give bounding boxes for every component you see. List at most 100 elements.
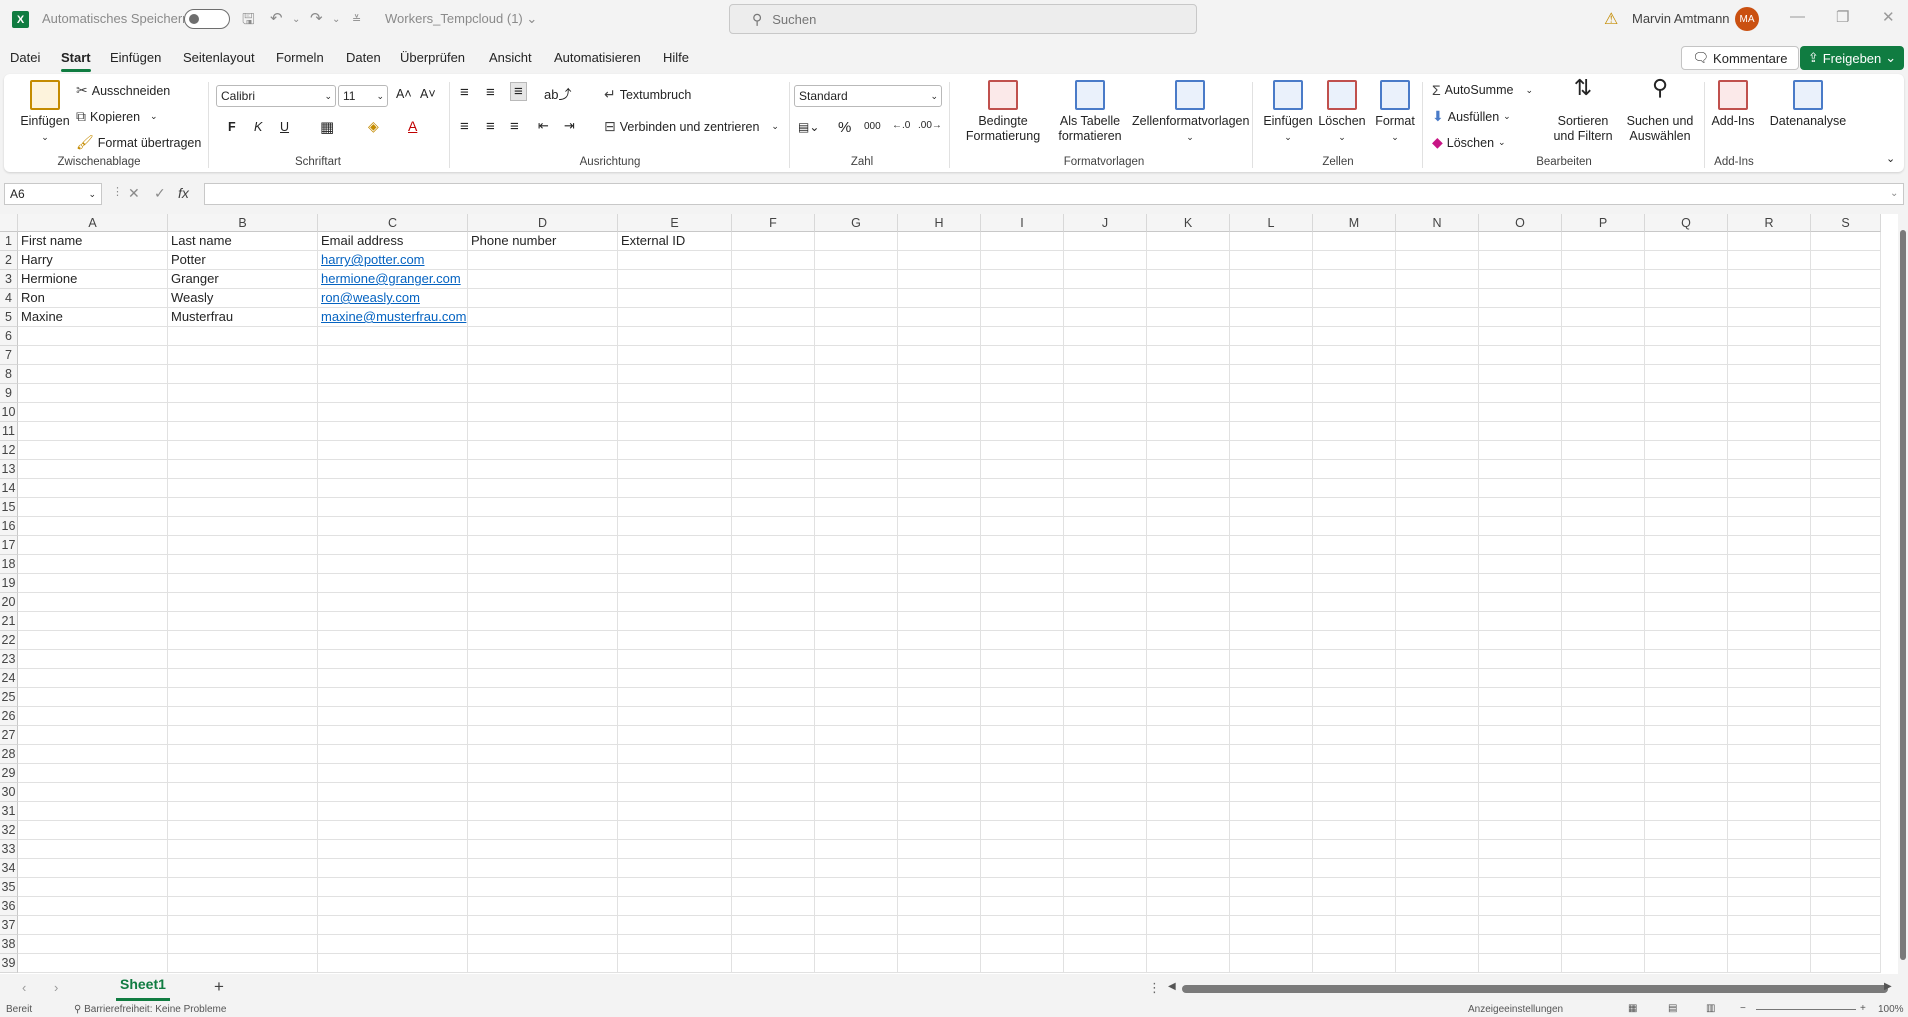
cell-h27[interactable] <box>898 726 981 745</box>
sheet-tab-sheet1[interactable]: Sheet1 <box>116 976 170 1001</box>
cell-d4[interactable] <box>468 289 618 308</box>
cell-g34[interactable] <box>815 859 898 878</box>
row-header-15[interactable]: 15 <box>0 498 18 517</box>
tab-einfuegen[interactable]: Einfügen <box>110 50 161 65</box>
cell-p3[interactable] <box>1562 270 1645 289</box>
wrap-text-button[interactable]: ↵ Textumbruch <box>604 86 691 103</box>
cell-m39[interactable] <box>1313 954 1396 973</box>
cell-e1[interactable]: External ID <box>618 232 732 251</box>
cell-j7[interactable] <box>1064 346 1147 365</box>
cell-l28[interactable] <box>1230 745 1313 764</box>
cell-l33[interactable] <box>1230 840 1313 859</box>
cell-f10[interactable] <box>732 403 815 422</box>
cell-h11[interactable] <box>898 422 981 441</box>
cell-i25[interactable] <box>981 688 1064 707</box>
cell-i26[interactable] <box>981 707 1064 726</box>
cell-i11[interactable] <box>981 422 1064 441</box>
cell-e10[interactable] <box>618 403 732 422</box>
cell-f29[interactable] <box>732 764 815 783</box>
cell-r22[interactable] <box>1728 631 1811 650</box>
cell-i7[interactable] <box>981 346 1064 365</box>
cell-l8[interactable] <box>1230 365 1313 384</box>
cell-g23[interactable] <box>815 650 898 669</box>
cell-s1[interactable] <box>1811 232 1881 251</box>
row-header-16[interactable]: 16 <box>0 517 18 536</box>
cell-s2[interactable] <box>1811 251 1881 270</box>
cell-p35[interactable] <box>1562 878 1645 897</box>
cell-n28[interactable] <box>1396 745 1479 764</box>
cell-l10[interactable] <box>1230 403 1313 422</box>
row-header-10[interactable]: 10 <box>0 403 18 422</box>
cell-m29[interactable] <box>1313 764 1396 783</box>
cell-g33[interactable] <box>815 840 898 859</box>
cell-i21[interactable] <box>981 612 1064 631</box>
cell-n18[interactable] <box>1396 555 1479 574</box>
cell-a37[interactable] <box>18 916 168 935</box>
cell-m15[interactable] <box>1313 498 1396 517</box>
font-size-select[interactable]: 11 ⌄ <box>338 85 388 107</box>
cell-m37[interactable] <box>1313 916 1396 935</box>
cell-g4[interactable] <box>815 289 898 308</box>
cell-e8[interactable] <box>618 365 732 384</box>
cell-n14[interactable] <box>1396 479 1479 498</box>
cell-b31[interactable] <box>168 802 318 821</box>
cell-a33[interactable] <box>18 840 168 859</box>
cell-d11[interactable] <box>468 422 618 441</box>
cell-l4[interactable] <box>1230 289 1313 308</box>
cell-m17[interactable] <box>1313 536 1396 555</box>
cell-c25[interactable] <box>318 688 468 707</box>
cell-l37[interactable] <box>1230 916 1313 935</box>
conditional-formatting-button[interactable]: Bedingte Formatierung <box>958 80 1048 144</box>
cell-b12[interactable] <box>168 441 318 460</box>
cell-q33[interactable] <box>1645 840 1728 859</box>
cell-e9[interactable] <box>618 384 732 403</box>
cell-p32[interactable] <box>1562 821 1645 840</box>
cell-m7[interactable] <box>1313 346 1396 365</box>
cell-q38[interactable] <box>1645 935 1728 954</box>
cell-h3[interactable] <box>898 270 981 289</box>
row-header-18[interactable]: 18 <box>0 555 18 574</box>
cell-c27[interactable] <box>318 726 468 745</box>
cell-i22[interactable] <box>981 631 1064 650</box>
cell-g35[interactable] <box>815 878 898 897</box>
cell-m28[interactable] <box>1313 745 1396 764</box>
cell-s14[interactable] <box>1811 479 1881 498</box>
cell-f18[interactable] <box>732 555 815 574</box>
cell-d34[interactable] <box>468 859 618 878</box>
cell-a12[interactable] <box>18 441 168 460</box>
cell-o38[interactable] <box>1479 935 1562 954</box>
cell-o7[interactable] <box>1479 346 1562 365</box>
cell-b14[interactable] <box>168 479 318 498</box>
cell-h24[interactable] <box>898 669 981 688</box>
cell-b19[interactable] <box>168 574 318 593</box>
format-cells-button[interactable]: Format ⌄ <box>1370 80 1420 145</box>
cell-a22[interactable] <box>18 631 168 650</box>
cell-r17[interactable] <box>1728 536 1811 555</box>
cell-j2[interactable] <box>1064 251 1147 270</box>
cell-c6[interactable] <box>318 327 468 346</box>
cell-d9[interactable] <box>468 384 618 403</box>
cell-n39[interactable] <box>1396 954 1479 973</box>
cell-p12[interactable] <box>1562 441 1645 460</box>
cell-j20[interactable] <box>1064 593 1147 612</box>
format-as-table-button[interactable]: Als Tabelle formatieren <box>1048 80 1132 144</box>
cell-f12[interactable] <box>732 441 815 460</box>
cell-m22[interactable] <box>1313 631 1396 650</box>
cell-j17[interactable] <box>1064 536 1147 555</box>
cell-k2[interactable] <box>1147 251 1230 270</box>
cell-g7[interactable] <box>815 346 898 365</box>
cell-o26[interactable] <box>1479 707 1562 726</box>
cell-r8[interactable] <box>1728 365 1811 384</box>
thousands-icon[interactable]: 000 <box>864 121 881 132</box>
cell-g27[interactable] <box>815 726 898 745</box>
cell-d17[interactable] <box>468 536 618 555</box>
cell-a11[interactable] <box>18 422 168 441</box>
cell-s15[interactable] <box>1811 498 1881 517</box>
autosave-toggle[interactable] <box>184 9 230 29</box>
cell-h39[interactable] <box>898 954 981 973</box>
cell-d35[interactable] <box>468 878 618 897</box>
cell-q30[interactable] <box>1645 783 1728 802</box>
cell-k35[interactable] <box>1147 878 1230 897</box>
cell-m23[interactable] <box>1313 650 1396 669</box>
row-header-13[interactable]: 13 <box>0 460 18 479</box>
